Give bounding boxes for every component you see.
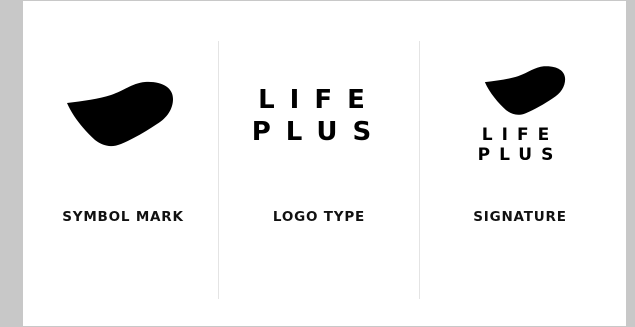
panel-signature: LIFE PLUS SIGNATURE	[420, 1, 620, 327]
wordmark-line-2: PLUS	[251, 117, 387, 147]
brand-identity-sheet: SYMBOL MARK LIFE PLUS LOGO TYPE LIFE PLU…	[23, 0, 626, 326]
caption-signature: SIGNATURE	[473, 209, 567, 225]
wordmark-line-1: LIFE	[481, 125, 559, 145]
logotype-wordmark: LIFE PLUS	[219, 87, 419, 145]
panel-symbol-mark: SYMBOL MARK	[23, 1, 223, 327]
wordmark-line-2: PLUS	[477, 145, 563, 165]
blob-symbol-icon	[67, 81, 173, 147]
caption-logo-type: LOGO TYPE	[272, 209, 366, 225]
signature-wordmark: LIFE PLUS	[420, 127, 620, 164]
wordmark-line-1: LIFE	[258, 85, 380, 115]
caption-symbol-mark: SYMBOL MARK	[62, 209, 184, 225]
panel-logo-type: LIFE PLUS LOGO TYPE	[219, 1, 419, 327]
blob-symbol-icon	[484, 66, 566, 115]
